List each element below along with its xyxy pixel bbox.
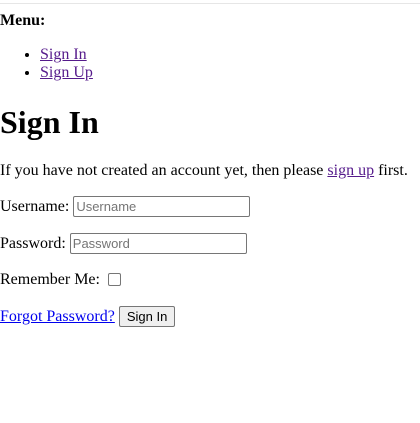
actions-row: Forgot Password? Sign In [0,306,176,327]
password-label: Password: [0,234,66,252]
username-row: Username: [0,196,251,217]
intro-sign-up-link[interactable]: sign up [327,162,374,179]
username-input[interactable] [73,196,251,217]
menu-list: Sign In Sign Up [0,46,93,82]
remember-me-label: Remember Me: [0,271,100,288]
sign-in-button[interactable]: Sign In [118,306,176,327]
password-row: Password: [0,233,247,254]
page-title: Sign In [0,104,99,140]
forgot-password-link[interactable]: Forgot Password? [0,308,115,326]
remember-row: Remember Me: [0,271,121,289]
remember-me-checkbox[interactable] [107,272,121,286]
menu-item-sign-up: Sign Up [40,64,93,82]
intro-text-after: first. [374,162,408,179]
top-divider [0,3,420,4]
menu-item-sign-in: Sign In [40,46,93,64]
menu-label: Menu: [0,12,46,29]
intro-text: If you have not created an account yet, … [0,162,408,180]
intro-text-before: If you have not created an account yet, … [0,162,328,179]
sign-up-link[interactable]: Sign Up [40,64,93,81]
sign-in-link[interactable]: Sign In [40,46,87,63]
username-label: Username: [0,197,70,215]
password-input[interactable] [69,233,247,254]
